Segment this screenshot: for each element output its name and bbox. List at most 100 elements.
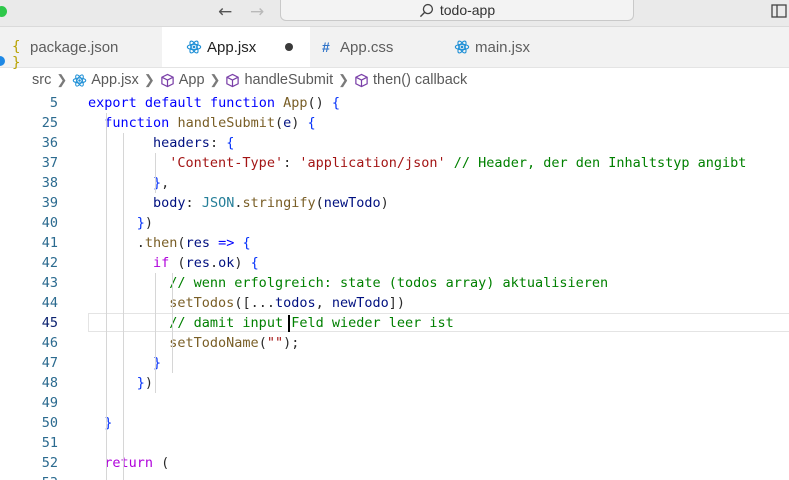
- line-number: 43: [41, 275, 58, 291]
- symbol-cube-icon: [225, 73, 240, 88]
- window-title: todo-app: [439, 2, 496, 18]
- line-number: 37: [41, 155, 58, 171]
- code-editor[interactable]: 5 export default function App() { 25 funct…: [0, 92, 789, 480]
- breadcrumb-item-src[interactable]: src: [32, 72, 51, 88]
- indent-guide: [155, 273, 157, 393]
- indent-guide: [155, 153, 157, 193]
- code-line[interactable]: 47 }: [0, 353, 789, 373]
- tab-label: App.css: [340, 38, 394, 56]
- react-icon: [186, 39, 202, 55]
- tab-label: package.json: [30, 38, 119, 56]
- code-line[interactable]: 50 }: [0, 413, 789, 433]
- code-line[interactable]: 46 setTodoName("");: [0, 333, 789, 353]
- react-icon: [72, 73, 87, 88]
- code-line[interactable]: 45 // damit input Feld wieder leer ist: [0, 313, 789, 333]
- line-code: if (res.ok) {: [153, 255, 259, 271]
- search-icon: [419, 3, 433, 17]
- back-arrow-icon[interactable]: ←: [218, 2, 232, 22]
- line-number: 38: [41, 175, 58, 191]
- line-code: export default function App() {: [88, 95, 341, 111]
- line-number: 44: [41, 295, 58, 311]
- chevron-right-icon: ❯: [143, 72, 155, 87]
- code-line[interactable]: 40 }): [0, 213, 789, 233]
- forward-arrow-icon[interactable]: →: [250, 2, 264, 22]
- react-icon: [454, 39, 470, 55]
- css-hash-icon: #: [322, 39, 330, 55]
- window-zoom-button[interactable]: [0, 6, 7, 17]
- symbol-cube-icon: [160, 73, 175, 88]
- tab-app-css[interactable]: # App.css: [300, 27, 440, 67]
- line-code: setTodoName("");: [169, 335, 300, 351]
- title-bar: ← → todo-app: [0, 0, 789, 27]
- code-line[interactable]: 37 'Content-Type': 'application/json' //…: [0, 153, 789, 173]
- indent-guide: [171, 273, 173, 373]
- line-number: 36: [41, 135, 58, 151]
- line-code: }: [104, 415, 113, 431]
- line-number: 45: [41, 315, 58, 331]
- line-code: headers: {: [153, 135, 235, 151]
- line-number: 42: [41, 255, 58, 271]
- indent-guide: [122, 133, 124, 480]
- line-number: 39: [41, 195, 58, 211]
- code-line[interactable]: 48 }): [0, 373, 789, 393]
- editor-tab-bar: { } package.json App.jsx # App.css main.…: [0, 27, 789, 72]
- line-number: 50: [41, 415, 58, 431]
- line-code: return (: [104, 455, 170, 471]
- code-line[interactable]: 43 // wenn erfolgreich: state (todos arr…: [0, 273, 789, 293]
- tab-label: App.jsx: [207, 38, 257, 56]
- line-code: .then(res => {: [88, 235, 251, 251]
- code-line[interactable]: 44 setTodos([...todos, newTodo]): [0, 293, 789, 313]
- line-code: },: [153, 175, 170, 191]
- line-number: 53: [0, 473, 58, 480]
- breadcrumb-item-app[interactable]: App: [179, 72, 205, 88]
- line-number: 41: [41, 235, 58, 251]
- breadcrumb-item-file[interactable]: App.jsx: [91, 72, 139, 88]
- unsaved-dot-icon[interactable]: [285, 43, 293, 51]
- toggle-sidebar-icon[interactable]: [771, 3, 787, 19]
- code-line[interactable]: 42 if (res.ok) {: [0, 253, 789, 273]
- code-line[interactable]: 38 },: [0, 173, 789, 193]
- line-number: 49: [41, 395, 58, 411]
- code-line[interactable]: 5 export default function App() {: [0, 93, 789, 113]
- line-code: }): [136, 215, 154, 231]
- line-number: 25: [41, 115, 58, 131]
- code-line[interactable]: 36 headers: {: [0, 133, 789, 153]
- code-line[interactable]: 53: [0, 473, 789, 480]
- symbol-cube-icon: [354, 73, 369, 88]
- line-code: // damit input Feld wieder leer ist: [169, 315, 454, 331]
- line-number: 5: [49, 95, 58, 111]
- code-line[interactable]: 25 function handleSubmit(e) {: [0, 113, 789, 133]
- line-number: 52: [41, 455, 58, 471]
- breadcrumb-item-handlesubmit[interactable]: handleSubmit: [244, 72, 333, 88]
- tab-label: main.jsx: [475, 38, 531, 56]
- line-code: }: [153, 355, 162, 371]
- line-number: 47: [41, 355, 58, 371]
- line-code: function handleSubmit(e) {: [104, 115, 316, 131]
- code-line[interactable]: 51: [0, 433, 789, 453]
- json-braces-icon: { }: [12, 39, 21, 71]
- chevron-right-icon: ❯: [338, 72, 350, 87]
- code-line[interactable]: 39 body: JSON.stringify(newTodo): [0, 193, 789, 213]
- code-line[interactable]: 41 .then(res => {: [0, 233, 789, 253]
- indent-guide: [106, 113, 108, 480]
- chevron-right-icon: ❯: [56, 72, 68, 87]
- line-code: }): [136, 375, 154, 391]
- breadcrumb-item-callback[interactable]: then() callback: [373, 72, 467, 88]
- line-code: 'Content-Type': 'application/json' // He…: [169, 155, 747, 171]
- breadcrumb: src ❯ App.jsx ❯ App ❯ handleSubmit ❯ the…: [32, 70, 467, 90]
- command-center-search[interactable]: todo-app: [280, 0, 634, 21]
- text-cursor: [287, 315, 290, 332]
- line-number: 48: [41, 375, 58, 391]
- line-number: 51: [41, 435, 58, 451]
- line-number: 46: [41, 335, 58, 351]
- line-code: body: JSON.stringify(newTodo): [153, 195, 389, 211]
- line-code: setTodos([...todos, newTodo]): [169, 295, 406, 311]
- code-line[interactable]: 49: [0, 393, 789, 413]
- line-number: 40: [41, 215, 58, 231]
- tab-package-json[interactable]: { } package.json: [0, 27, 162, 72]
- code-line[interactable]: 52 return (: [0, 453, 789, 473]
- line-code: // wenn erfolgreich: state (todos array)…: [169, 275, 609, 291]
- tab-app-jsx[interactable]: App.jsx: [162, 27, 310, 67]
- tab-main-jsx[interactable]: main.jsx: [440, 27, 572, 67]
- chevron-right-icon: ❯: [209, 72, 221, 87]
